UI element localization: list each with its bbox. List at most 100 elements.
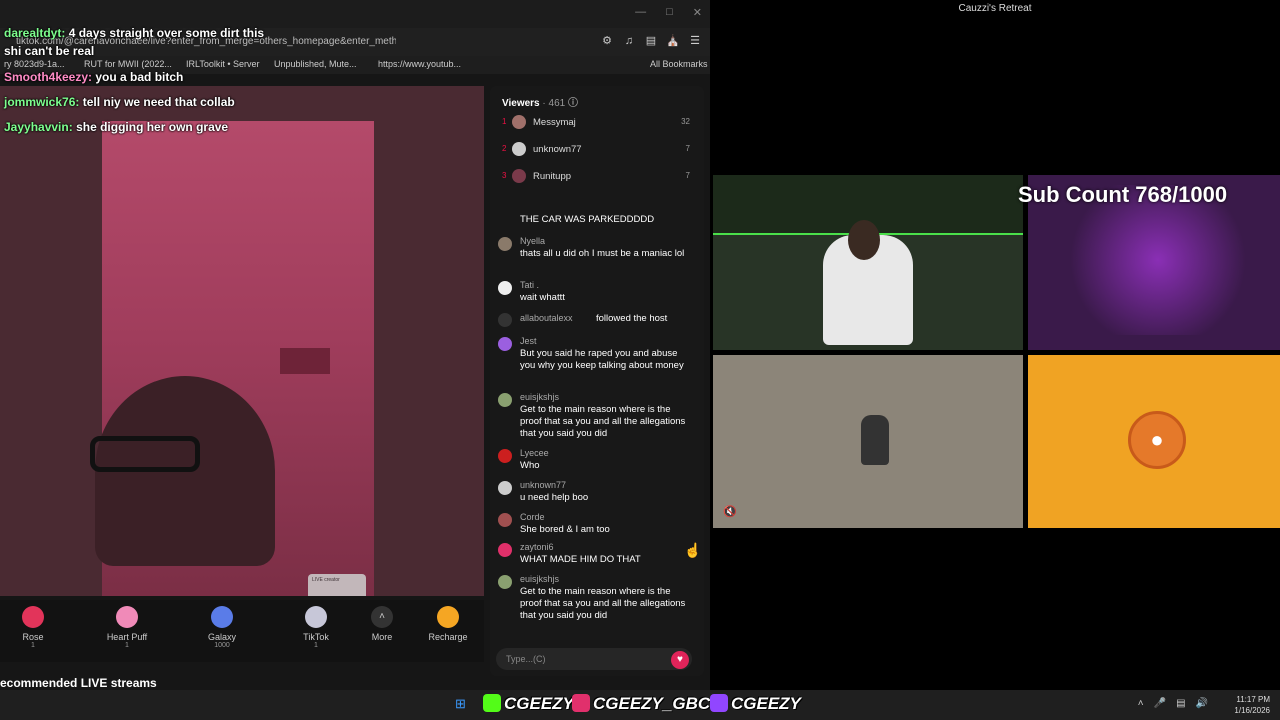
chat-name: euisjkshjs bbox=[520, 574, 560, 584]
gift-cost: 1 bbox=[31, 642, 35, 649]
bookmark-item[interactable]: Unpublished, Mute... bbox=[274, 59, 357, 69]
top-viewer-row[interactable]: 1 Messymaj 32 bbox=[500, 114, 696, 132]
gift-label: Recharge bbox=[428, 632, 468, 642]
chat-text: Get to the main reason where is the proo… bbox=[520, 404, 686, 439]
overlay-msg: 4 days straight over some dirt this bbox=[68, 26, 265, 40]
taskbar: ⊞ CGEEZY CGEEZY_GBC CGEEZY ˄ 🎤 ▤ 🔊 11:17… bbox=[0, 690, 1280, 720]
bookmark-item[interactable]: ry 8023d9-1a... bbox=[4, 59, 65, 69]
gift-galaxy[interactable]: Galaxy 1000 bbox=[192, 606, 252, 649]
overlay-line: Jayyhavvin: she digging her own grave bbox=[4, 120, 228, 134]
user-icon bbox=[498, 313, 512, 327]
info-icon: ⓘ bbox=[567, 98, 578, 109]
windows-start-icon[interactable]: ⊞ bbox=[455, 697, 469, 711]
overlay-msg: shi can't be real bbox=[4, 44, 95, 58]
chat-name: euisjkshjs bbox=[520, 392, 560, 402]
coin-icon bbox=[437, 606, 459, 628]
network-icon[interactable]: ▤ bbox=[1176, 698, 1185, 709]
maximize-icon[interactable]: □ bbox=[666, 6, 673, 19]
viewer-name: Messymaj bbox=[533, 117, 576, 128]
bookmark-item[interactable]: https://www.youtub... bbox=[378, 59, 461, 69]
chevron-up-icon: ˄ bbox=[371, 606, 393, 628]
clock-date: 1/16/2026 bbox=[1234, 706, 1270, 715]
live-video[interactable]: LIVE creator bbox=[0, 86, 484, 596]
browser-titlebar: — □ ✕ bbox=[0, 0, 710, 28]
chat-message: euisjkshjs Get to the main reason where i… bbox=[498, 392, 698, 442]
gift-label: TikTok bbox=[303, 632, 329, 642]
music-icon[interactable]: ♫ bbox=[622, 34, 636, 48]
gift-cost: 1 bbox=[314, 642, 318, 649]
chat-message[interactable]: Jest But you said he raped you and abuse … bbox=[498, 336, 698, 386]
viewers-header[interactable]: Viewers · 461 ⓘ bbox=[502, 94, 578, 109]
overlay-name: jommwick76: bbox=[4, 95, 80, 109]
overlay-name: Smooth4keezy: bbox=[4, 70, 93, 84]
bookmark-item[interactable]: RUT for MWII (2022... bbox=[84, 59, 172, 69]
overlay-line: shi can't be real bbox=[4, 44, 94, 58]
wall-decor bbox=[280, 348, 330, 374]
viewer-name: Runitupp bbox=[533, 171, 572, 182]
top-viewer-row[interactable]: 2 unknown77 7 bbox=[500, 141, 696, 159]
screen: — □ ✕ tiktok.com/@carenavonchaee/live?en… bbox=[0, 0, 1280, 720]
gift-label: Rose bbox=[22, 632, 44, 642]
chevron-up-icon[interactable]: ˄ bbox=[1138, 698, 1144, 709]
chat-text: Get to the main reason where is the proo… bbox=[520, 586, 686, 621]
kick-icon bbox=[483, 694, 501, 712]
browser-window: — □ ✕ tiktok.com/@carenavonchaee/live?en… bbox=[0, 0, 710, 690]
shield-icon[interactable]: ⛪ bbox=[666, 34, 680, 48]
instagram-icon bbox=[572, 694, 590, 712]
gift-cost: 1000 bbox=[214, 642, 230, 649]
instagram-text: CGEEZY_GBC bbox=[593, 694, 711, 713]
overlay-msg: you a bad bitch bbox=[95, 70, 184, 84]
viewers-title: Viewers bbox=[502, 98, 540, 109]
menu-icon[interactable]: ☰ bbox=[688, 34, 702, 48]
chat-panel: Viewers · 461 ⓘ 1 Messymaj 32 2 unknown77 7 … bbox=[490, 86, 704, 676]
overlay-name: darealtdyt: bbox=[4, 26, 66, 40]
overlay-line: jommwick76: tell niy we need that collab bbox=[4, 95, 235, 109]
chat-message: zaytoni6 WHAT MADE HIM DO THAT bbox=[498, 542, 698, 568]
extension-icon[interactable]: ⚙ bbox=[600, 34, 614, 48]
all-bookmarks[interactable]: All Bookmarks bbox=[650, 59, 708, 69]
clock[interactable]: 11:17 PM 1/16/2026 bbox=[1234, 694, 1270, 716]
chat-name: Jest bbox=[520, 336, 537, 346]
viewer-rank: 1 bbox=[502, 117, 507, 126]
overlay-line: Smooth4keezy: you a bad bitch bbox=[4, 70, 183, 84]
chat-message: Nyella thats all u did oh I must be a man… bbox=[498, 236, 698, 272]
gift-rose[interactable]: Rose 1 bbox=[3, 606, 63, 649]
viewers-count: · 461 bbox=[542, 98, 566, 109]
twitch-text: CGEEZY bbox=[731, 694, 801, 713]
avatar bbox=[498, 281, 512, 295]
chat-message: Lyecee Who bbox=[498, 448, 698, 474]
gift-tiktok[interactable]: TikTok 1 bbox=[286, 606, 346, 649]
gift-label: Galaxy bbox=[207, 632, 236, 642]
top-viewer-row[interactable]: 3 Runitupp 7 bbox=[500, 168, 696, 186]
chat-name: Tati . bbox=[520, 280, 540, 290]
mouse-cursor: ☝ bbox=[684, 542, 702, 558]
streamer-head bbox=[848, 220, 880, 260]
user-figure bbox=[861, 415, 889, 465]
chat-text: thats all u did oh I must be a maniac lo… bbox=[520, 248, 685, 259]
minimize-icon[interactable]: — bbox=[635, 6, 646, 19]
avatar bbox=[498, 543, 512, 557]
close-icon[interactable]: ✕ bbox=[693, 6, 702, 19]
chat-text: wait whattt bbox=[520, 292, 565, 303]
gift-heart-puff[interactable]: Heart Puff 1 bbox=[97, 606, 157, 649]
gift-more[interactable]: ˄ More bbox=[352, 606, 412, 642]
overlay-name: Jayyhavvin: bbox=[4, 120, 73, 134]
chat-text: u need help boo bbox=[520, 492, 589, 503]
heart-icon bbox=[116, 606, 138, 628]
volume-icon[interactable]: 🔊 bbox=[1196, 698, 1208, 709]
chat-name: Lyecee bbox=[520, 448, 549, 458]
pip-preview[interactable]: LIVE creator bbox=[308, 574, 366, 596]
chat-message: Corde She bored & I am too bbox=[498, 512, 698, 538]
mic-icon[interactable]: 🎤 bbox=[1154, 698, 1166, 709]
discord-icon: ● bbox=[1128, 411, 1186, 469]
viewer-score: 32 bbox=[681, 117, 690, 126]
chat-input-placeholder: Type...(C) bbox=[506, 654, 546, 664]
chat-input[interactable]: Type...(C) bbox=[496, 648, 692, 670]
like-button[interactable]: ♥ bbox=[671, 651, 689, 669]
recharge-button[interactable]: Recharge bbox=[418, 606, 478, 642]
sidebar-icon[interactable]: ▤ bbox=[644, 34, 658, 48]
galaxy-icon bbox=[211, 606, 233, 628]
chat-name: allaboutalexx bbox=[520, 313, 573, 323]
avatar bbox=[498, 393, 512, 407]
bookmark-item[interactable]: IRLToolkit • Server bbox=[186, 59, 260, 69]
